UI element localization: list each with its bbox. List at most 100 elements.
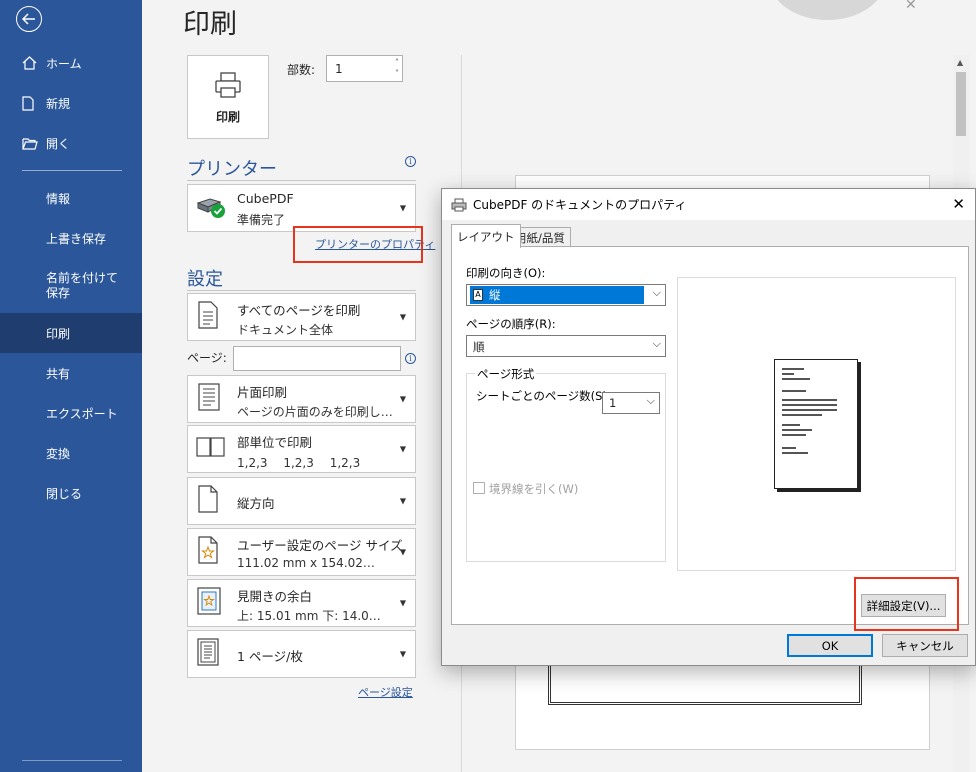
printer-dropdown[interactable]: CubePDF 準備完了 ▼ — [187, 184, 416, 232]
sidebar-item-export[interactable]: エクスポート — [0, 393, 142, 433]
page-order-label: ページの順序(R): — [466, 317, 556, 331]
info-icon[interactable]: i — [405, 156, 416, 167]
new-document-icon — [22, 95, 40, 111]
all-pages-icon — [196, 300, 220, 334]
printer-small-icon — [451, 198, 467, 212]
sidebar-divider — [22, 170, 122, 171]
tab-layout[interactable]: レイアウト — [451, 224, 521, 248]
collated-icon — [196, 436, 226, 462]
setting-line1: 部単位で印刷 — [237, 435, 313, 450]
print-range-dropdown[interactable]: すべてのページを印刷 ドキュメント全体 ▼ — [187, 293, 416, 341]
portrait-icon — [196, 484, 220, 518]
printer-icon — [213, 70, 243, 104]
sidebar-item-label: エクスポート — [46, 406, 118, 421]
setting-line2: ドキュメント全体 — [237, 323, 334, 337]
layout-preview-box — [677, 277, 956, 571]
page-per-sheet-icon — [196, 637, 220, 671]
sidebar-item-share[interactable]: 共有 — [0, 353, 142, 393]
sidebar-item-new[interactable]: 新規 — [0, 83, 142, 123]
setting-line2: ページの片面のみを印刷し… — [237, 405, 393, 419]
sidebar-item-label: 上書き保存 — [46, 231, 107, 246]
orientation-dropdown[interactable]: 縦方向 ▼ — [187, 477, 416, 525]
orientation-select[interactable]: A 縦 ⌵ — [466, 284, 666, 306]
setting-line1: 縦方向 — [237, 496, 275, 511]
sidebar-item-close[interactable]: 閉じる — [0, 473, 142, 513]
sidebar-item-save-as[interactable]: 名前を付けて保存 — [0, 264, 142, 308]
page-title: 印刷 — [183, 9, 237, 40]
backstage-sidebar: ホーム 新規 開く 情報 上書き保存 名前を付けて保存 印刷 共有 エクスポート… — [0, 0, 142, 772]
sidebar-item-label: ホーム — [46, 56, 82, 71]
collate-dropdown[interactable]: 部単位で印刷 1,2,3 1,2,3 1,2,3 ▼ — [187, 425, 416, 473]
caret-down-icon: ▼ — [399, 649, 406, 659]
print-button[interactable]: 印刷 — [187, 55, 269, 139]
sidebar-item-home[interactable]: ホーム — [0, 43, 142, 83]
section-divider — [187, 290, 416, 291]
setting-line2: 111.02 mm x 154.02… — [237, 556, 375, 570]
caret-down-icon: ▼ — [399, 203, 406, 213]
folder-open-icon — [22, 137, 40, 150]
pages-per-sheet-label: シートごとのページ数(S) — [476, 389, 607, 403]
close-icon[interactable]: ✕ — [905, 0, 917, 13]
copies-value: 1 — [335, 62, 343, 76]
cancel-button[interactable]: キャンセル — [882, 634, 968, 657]
chevron-down-icon: ⌵ — [652, 337, 661, 350]
pages-input[interactable] — [233, 346, 401, 371]
sidebar-item-label: 共有 — [46, 366, 71, 381]
highlight-box — [854, 577, 959, 631]
caret-down-icon: ▼ — [399, 444, 406, 454]
page-setup-link[interactable]: ページ設定 — [358, 684, 413, 700]
page-order-select[interactable]: 順 ⌵ — [466, 335, 666, 357]
printer-section-title: プリンター — [187, 159, 277, 180]
sidebar-item-open[interactable]: 開く — [0, 123, 142, 163]
dialog-titlebar[interactable]: CubePDF のドキュメントのプロパティ ✕ — [442, 189, 975, 220]
pages-per-sheet-value: 1 — [609, 396, 617, 410]
pages-per-sheet-select[interactable]: 1 ⌵ — [602, 392, 660, 414]
sidebar-item-label: 名前を付けて保存 — [46, 271, 119, 300]
draw-borders-label: 境界線を引く(W) — [489, 482, 579, 496]
chevron-down-icon: ⌵ — [652, 286, 661, 299]
printer-ready-icon — [196, 193, 226, 223]
highlight-box — [293, 226, 423, 263]
sidebar-item-save[interactable]: 上書き保存 — [0, 218, 142, 258]
sidebar-item-label: 情報 — [46, 191, 71, 206]
section-divider — [187, 180, 416, 181]
page-order-value: 順 — [473, 340, 485, 354]
scroll-up-icon[interactable]: ▲ — [957, 58, 963, 67]
sidebar-item-print[interactable]: 印刷 — [0, 313, 142, 353]
chevron-down-icon: ⌵ — [646, 394, 655, 407]
close-icon[interactable]: ✕ — [952, 195, 965, 213]
sidebar-item-label: 開く — [46, 136, 71, 151]
ok-button[interactable]: OK — [787, 634, 873, 657]
orientation-value: 縦 — [489, 288, 501, 302]
setting-line1: ユーザー設定のページ サイズ — [237, 538, 403, 553]
sidebar-item-label: 新規 — [46, 96, 71, 111]
draw-borders-checkbox[interactable] — [473, 482, 485, 494]
copies-input[interactable]: 1 ˄ ˅ — [326, 55, 403, 82]
info-icon[interactable]: i — [405, 353, 416, 364]
margins-dropdown[interactable]: 見開きの余白 上: 15.01 mm 下: 14.0… ▼ — [187, 579, 416, 627]
back-arrow-icon[interactable] — [16, 6, 42, 32]
sidebar-item-convert[interactable]: 変換 — [0, 433, 142, 473]
caret-down-icon: ▼ — [399, 312, 406, 322]
caret-down-icon: ▼ — [399, 547, 406, 557]
dialog-title: CubePDF のドキュメントのプロパティ — [473, 198, 687, 212]
paper-size-dropdown[interactable]: ユーザー設定のページ サイズ 111.02 mm x 154.02… ▼ — [187, 528, 416, 576]
setting-line1: 1 ページ/枚 — [237, 649, 303, 664]
print-button-label: 印刷 — [215, 109, 240, 124]
pages-label: ページ: — [187, 351, 227, 365]
orientation-label: 印刷の向き(O): — [466, 266, 546, 280]
layout-preview-page — [774, 359, 858, 489]
pages-per-sheet-dropdown[interactable]: 1 ページ/枚 ▼ — [187, 630, 416, 678]
one-sided-icon — [196, 382, 222, 416]
account-decoration — [770, 0, 885, 20]
setting-line1: 見開きの余白 — [237, 589, 313, 604]
sides-dropdown[interactable]: 片面印刷 ページの片面のみを印刷し… ▼ — [187, 375, 416, 423]
printer-status: 準備完了 — [237, 213, 286, 227]
layout-tab-panel: 印刷の向き(O): A 縦 ⌵ ページの順序(R): 順 ⌵ ページ形式 シート… — [451, 246, 969, 625]
copies-spinner[interactable]: ˄ ˅ — [395, 57, 399, 79]
home-icon — [22, 56, 40, 70]
scrollbar-thumb[interactable] — [956, 72, 966, 136]
sidebar-item-info[interactable]: 情報 — [0, 178, 142, 218]
setting-line1: すべてのページを印刷 — [237, 303, 361, 318]
caret-down-icon: ▼ — [399, 394, 406, 404]
